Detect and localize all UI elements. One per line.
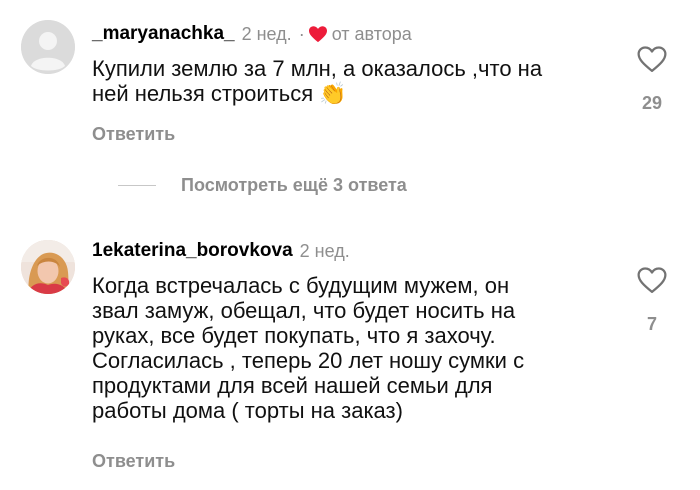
- view-replies[interactable]: Посмотреть ещё 3 ответа: [118, 175, 407, 196]
- username[interactable]: _maryanachka_: [92, 23, 235, 45]
- comment-text-line: продуктами для всей нашей семьи для: [92, 373, 493, 398]
- comment-text-line: Когда встречалась с будущим мужем, он: [92, 273, 510, 298]
- heart-filled-icon: [308, 26, 327, 43]
- comment-text: Когда встречалась с будущим мужем, он зв…: [92, 273, 612, 423]
- comment-time: 2 нед.: [299, 240, 350, 261]
- default-avatar-icon: [21, 20, 75, 74]
- reply-button[interactable]: Ответить: [92, 124, 175, 145]
- comment-text-line: звал замуж, обещал, что будет носить на: [92, 298, 516, 323]
- avatar-photo: [21, 240, 75, 294]
- comment-text: Купили землю за 7 млн, а оказалось ,что …: [92, 56, 632, 106]
- comment-header: 1ekaterina_borovkova 2 нед.: [92, 240, 350, 262]
- reply-button[interactable]: Ответить: [92, 451, 175, 472]
- separator: ·: [298, 23, 305, 44]
- comment-text-line: Согласилась , теперь 20 лет ношу сумки с: [92, 348, 525, 373]
- comment-text-line: Купили землю за 7 млн, а оказалось ,что …: [92, 56, 543, 81]
- view-replies-label[interactable]: Посмотреть ещё 3 ответа: [181, 175, 407, 196]
- heart-outline-icon[interactable]: [637, 45, 667, 73]
- comment-time: 2 нед.: [241, 23, 292, 44]
- username[interactable]: 1ekaterina_borovkova: [92, 240, 293, 262]
- author-like-label: от автора: [331, 23, 412, 44]
- avatar[interactable]: [21, 240, 75, 294]
- comment-header: _maryanachka_ 2 нед. · от автора: [92, 23, 412, 45]
- divider-line: [118, 185, 156, 186]
- comment-text-line: руках, все будет покупать, что я захочу.: [92, 323, 496, 348]
- comment-text-line: работы дома ( торты на заказ): [92, 398, 403, 423]
- clap-emoji: 👏: [319, 81, 347, 106]
- avatar-default[interactable]: [21, 20, 75, 74]
- like-count: 7: [646, 314, 657, 334]
- comment-text-line: ней нельзя строиться: [92, 81, 314, 106]
- like-count: 29: [641, 93, 663, 113]
- heart-outline-icon[interactable]: [637, 266, 667, 294]
